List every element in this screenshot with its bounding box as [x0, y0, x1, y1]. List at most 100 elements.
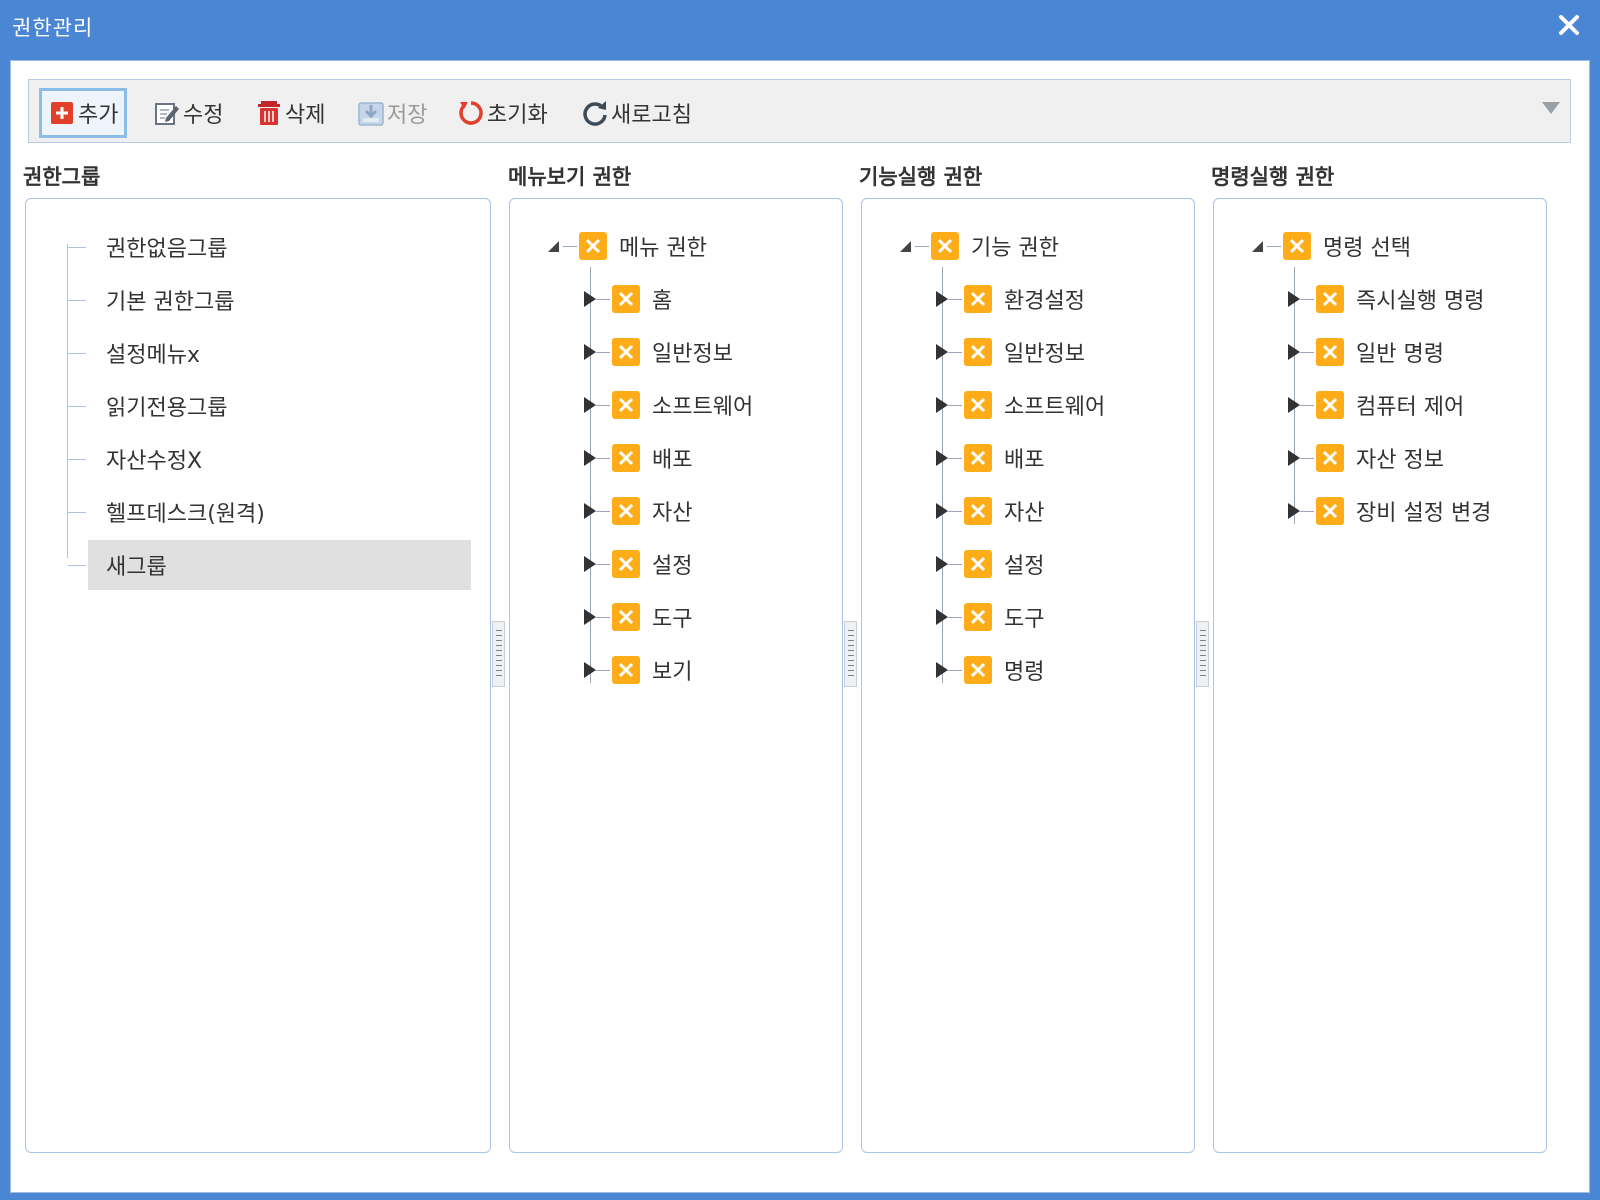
command-node-label: 즉시실행 명령 [1356, 289, 1485, 314]
menu-node: 배포 [584, 441, 692, 475]
command-node-label: 장비 설정 변경 [1356, 501, 1492, 526]
window-content: 추가 수정 삭제 저장 초기화 새로고침 권한그룹 메뉴보기 권한 기능실행 권… [10, 60, 1590, 1193]
menu-node-label: 도구 [652, 607, 693, 632]
checkbox-icon[interactable] [964, 391, 992, 419]
group-item-selected[interactable]: 새그룹 [68, 540, 471, 590]
panel-splitter[interactable] [492, 621, 505, 687]
expand-icon[interactable] [584, 556, 596, 572]
delete-button[interactable]: 삭제 [249, 88, 331, 138]
reset-label: 초기화 [487, 103, 548, 128]
expand-icon[interactable] [1288, 503, 1300, 519]
close-icon[interactable] [1552, 8, 1586, 42]
group-item[interactable]: 기본 권한그룹 [68, 275, 471, 325]
expand-icon[interactable] [936, 344, 948, 360]
function-node-label: 환경설정 [1004, 289, 1085, 314]
refresh-button[interactable]: 새로고침 [575, 88, 698, 138]
menu-node-label: 소프트웨어 [652, 395, 754, 420]
function-root-label: 기능 권한 [971, 236, 1059, 261]
checkbox-icon[interactable] [612, 656, 640, 684]
panel-splitter[interactable] [1196, 621, 1209, 687]
checkbox-icon[interactable] [612, 285, 640, 313]
collapse-icon[interactable] [548, 240, 559, 252]
checkbox-icon[interactable] [964, 338, 992, 366]
edit-label: 수정 [183, 103, 224, 128]
window-titlebar: 권한관리 [0, 0, 1600, 52]
expand-icon[interactable] [584, 344, 596, 360]
checkbox-icon[interactable] [1283, 232, 1311, 260]
window-title: 권한관리 [12, 16, 94, 40]
expand-icon[interactable] [584, 291, 596, 307]
checkbox-icon[interactable] [612, 497, 640, 525]
function-node-label: 도구 [1004, 607, 1045, 632]
checkbox-icon[interactable] [1316, 497, 1344, 525]
expand-icon[interactable] [936, 609, 948, 625]
checkbox-icon[interactable] [579, 232, 607, 260]
expand-icon[interactable] [584, 397, 596, 413]
groups-panel: 권한없음그룹 기본 권한그룹 설정메뉴x 읽기전용그룹 자산수정X 헬프데스크(… [25, 198, 491, 1153]
expand-icon[interactable] [1288, 344, 1300, 360]
expand-icon[interactable] [936, 397, 948, 413]
expand-icon[interactable] [584, 662, 596, 678]
panel-splitter[interactable] [844, 621, 857, 687]
expand-icon[interactable] [584, 450, 596, 466]
function-node: 설정 [936, 547, 1044, 581]
checkbox-icon[interactable] [1316, 285, 1344, 313]
reset-button[interactable]: 초기화 [451, 88, 554, 138]
group-item[interactable]: 자산수정X [68, 434, 471, 484]
add-icon [48, 99, 76, 127]
menu-node: 일반정보 [584, 335, 733, 369]
function-node: 자산 [936, 494, 1044, 528]
checkbox-icon[interactable] [964, 444, 992, 472]
checkbox-icon[interactable] [1316, 444, 1344, 472]
checkbox-icon[interactable] [612, 550, 640, 578]
save-button[interactable]: 저장 [351, 88, 433, 138]
command-node: 컴퓨터 제어 [1288, 388, 1464, 422]
edit-button[interactable]: 수정 [147, 88, 229, 138]
collapse-icon[interactable] [1252, 240, 1263, 252]
function-header: 기능실행 권한 [859, 165, 983, 189]
expand-icon[interactable] [1288, 397, 1300, 413]
expand-icon[interactable] [936, 503, 948, 519]
expand-icon[interactable] [1288, 450, 1300, 466]
menu-node-label: 배포 [652, 448, 693, 473]
menu-node-label: 자산 [652, 501, 693, 526]
function-node-label: 명령 [1004, 660, 1045, 685]
command-node-label: 일반 명령 [1356, 342, 1444, 367]
checkbox-icon[interactable] [964, 550, 992, 578]
expand-icon[interactable] [936, 662, 948, 678]
checkbox-icon[interactable] [612, 391, 640, 419]
menu-node: 설정 [584, 547, 692, 581]
checkbox-icon[interactable] [612, 444, 640, 472]
group-item[interactable]: 읽기전용그룹 [68, 381, 471, 431]
function-node-label: 배포 [1004, 448, 1045, 473]
checkbox-icon[interactable] [931, 232, 959, 260]
expand-icon[interactable] [1288, 291, 1300, 307]
checkbox-icon[interactable] [964, 285, 992, 313]
menu-node: 보기 [584, 653, 692, 687]
checkbox-icon[interactable] [964, 603, 992, 631]
function-root: 기능 권한 [900, 229, 1059, 263]
expand-icon[interactable] [936, 291, 948, 307]
toolbar: 추가 수정 삭제 저장 초기화 새로고침 [28, 79, 1571, 143]
save-label: 저장 [387, 103, 428, 128]
group-item[interactable]: 설정메뉴x [68, 328, 471, 378]
checkbox-icon[interactable] [612, 603, 640, 631]
checkbox-icon[interactable] [612, 338, 640, 366]
toolbar-overflow-icon[interactable] [1542, 102, 1560, 114]
add-button[interactable]: 추가 [39, 88, 128, 138]
group-item[interactable]: 헬프데스크(원격) [68, 487, 471, 537]
group-item[interactable]: 권한없음그룹 [68, 222, 471, 272]
expand-icon[interactable] [936, 556, 948, 572]
expand-icon[interactable] [584, 503, 596, 519]
checkbox-icon[interactable] [1316, 391, 1344, 419]
expand-icon[interactable] [936, 450, 948, 466]
command-node: 장비 설정 변경 [1288, 494, 1491, 528]
menu-node-label: 설정 [652, 554, 693, 579]
checkbox-icon[interactable] [964, 497, 992, 525]
collapse-icon[interactable] [900, 240, 911, 252]
command-root-label: 명령 선택 [1323, 236, 1411, 261]
checkbox-icon[interactable] [964, 656, 992, 684]
checkbox-icon[interactable] [1316, 338, 1344, 366]
expand-icon[interactable] [584, 609, 596, 625]
menu-node: 홈 [584, 282, 672, 316]
